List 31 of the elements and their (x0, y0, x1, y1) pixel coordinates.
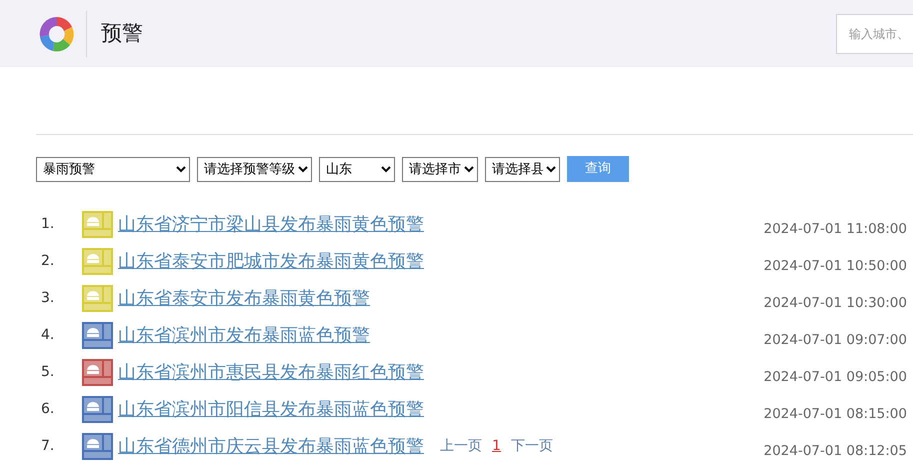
alert-link[interactable]: 山东省滨州市惠民县发布暴雨红色预警 (118, 359, 424, 386)
list-number: 5. (41, 363, 56, 382)
alert-time: 2024-07-01 08:12:05 (764, 442, 907, 462)
filter-dropdown[interactable]: 请选择市 (402, 156, 478, 182)
alert-link[interactable]: 山东省滨州市发布暴雨蓝色预警 (118, 322, 370, 349)
filter-dropdown[interactable]: 暴雨预警 (36, 156, 190, 182)
list-number: 7. (41, 437, 56, 456)
list-number: 4. (41, 326, 56, 345)
page-title: 预警 (101, 20, 143, 47)
list-number: 3. (41, 289, 56, 308)
alert-time: 2024-07-01 10:50:00 (764, 257, 907, 276)
pager-link[interactable]: 上一页 (440, 436, 482, 457)
alert-time: 2024-07-01 09:05:00 (764, 368, 907, 388)
alert-link[interactable]: 山东省济宁市梁山县发布暴雨黄色预警 (118, 211, 424, 238)
pager-link[interactable]: 下一页 (510, 436, 553, 457)
filter-dropdown[interactable]: 请选择预警等级 (197, 156, 312, 182)
alert-link[interactable]: 山东省泰安市发布暴雨黄色预警 (118, 285, 370, 312)
alert-time: 2024-07-01 08:15:00 (764, 405, 907, 424)
alert-time: 2024-07-01 11:08:00 (764, 220, 907, 240)
alert-link[interactable]: 山东省德州市庆云县发布暴雨蓝色预警 (118, 433, 424, 460)
alert-link[interactable]: 山东省滨州市阳信县发布暴雨蓝色预警 (118, 396, 424, 423)
pager-link[interactable]: 1 (492, 436, 501, 457)
search-field[interactable]: 输入城市、 (836, 14, 913, 54)
filter-dropdown[interactable]: 山东 (319, 156, 395, 182)
list-number: 2. (41, 252, 56, 271)
alert-time: 2024-07-01 09:07:00 (764, 331, 907, 350)
alert-time: 2024-07-01 10:30:00 (764, 294, 907, 314)
query-button[interactable]: 查询 (567, 156, 629, 182)
alert-link[interactable]: 山东省泰安市肥城市发布暴雨黄色预警 (118, 248, 424, 275)
list-number: 1. (41, 215, 56, 234)
list-number: 6. (41, 400, 56, 419)
